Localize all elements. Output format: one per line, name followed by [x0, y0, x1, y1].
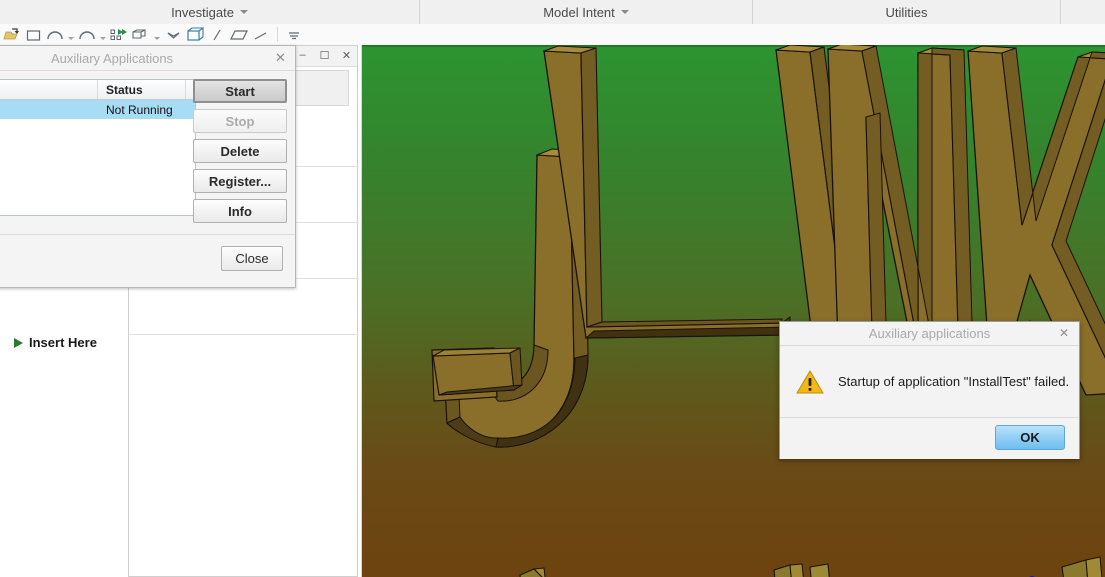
redo-icon[interactable]: [76, 25, 98, 44]
insert-here-node[interactable]: Insert Here: [14, 335, 97, 350]
warning-triangle-icon: [796, 369, 824, 395]
column-header-status[interactable]: Status: [98, 80, 186, 99]
move-component-icon[interactable]: [108, 25, 130, 44]
start-button[interactable]: Start: [193, 79, 287, 103]
close-icon[interactable]: ✕: [1057, 326, 1071, 340]
assemble-icon[interactable]: [130, 25, 152, 44]
aux-dialog-footer: Close: [0, 234, 295, 287]
insert-here-label: Insert Here: [29, 335, 97, 350]
sketch-icon[interactable]: [162, 25, 184, 44]
window-controls: – ☐ ✕: [296, 48, 353, 62]
assemble-dropdown-caret-icon[interactable]: [152, 25, 162, 44]
error-dialog-title: Auxiliary applications: [868, 326, 991, 341]
aux-dialog-title: Auxiliary Applications: [50, 50, 174, 66]
ok-button[interactable]: OK: [995, 425, 1065, 450]
cell-app-name: InstallTest: [0, 103, 98, 117]
cube-icon[interactable]: [184, 25, 206, 44]
quick-access-toolbar: [0, 24, 1105, 45]
chevron-down-icon: [620, 10, 629, 14]
error-dialog-titlebar: Auxiliary applications ✕: [780, 322, 1079, 346]
tab-model-intent[interactable]: Model Intent: [420, 0, 753, 24]
error-message-text: Startup of application "InstallTest" fai…: [838, 374, 1070, 389]
redo-dropdown-caret-icon[interactable]: [98, 25, 108, 44]
stop-button: Stop: [193, 109, 287, 133]
chevron-down-icon: [239, 10, 248, 14]
table-row[interactable]: InstallTest Not Running: [0, 100, 195, 119]
rectangle-icon[interactable]: [22, 25, 44, 44]
error-dialog-footer: OK: [780, 418, 1079, 459]
maximize-button[interactable]: ☐: [318, 48, 331, 62]
aux-dialog-body: Name Status InstallTest Not Running Star…: [0, 71, 295, 236]
auxiliary-applications-dialog: Auxiliary Applications ✕ Name Status Ins…: [0, 45, 296, 288]
column-header-name[interactable]: Name: [0, 80, 98, 99]
quadrilateral-icon[interactable]: [228, 25, 250, 44]
undo-icon[interactable]: [44, 25, 66, 44]
ribbon-tab-bar: Investigate Model Intent Utilities: [0, 0, 1105, 24]
slanted-line-icon[interactable]: [250, 25, 272, 44]
close-icon[interactable]: ✕: [273, 50, 288, 65]
error-dialog-content: Startup of application "InstallTest" fai…: [780, 346, 1079, 418]
tab-utilities[interactable]: Utilities: [753, 0, 1061, 24]
application-window: Investigate Model Intent Utilities Inser…: [0, 0, 1105, 577]
aux-dialog-titlebar: Auxiliary Applications ✕: [0, 46, 295, 71]
3d-model-jlink: [431, 45, 1105, 577]
tab-model-intent-label: Model Intent: [543, 4, 615, 20]
menu-icon[interactable]: [283, 25, 305, 44]
tab-investigate-label: Investigate: [171, 4, 234, 20]
toolbar-divider: [277, 27, 278, 42]
3d-viewport[interactable]: [362, 45, 1105, 577]
letter-L: [543, 45, 792, 339]
line-icon[interactable]: [206, 25, 228, 44]
close-button[interactable]: ✕: [340, 48, 353, 62]
delete-button[interactable]: Delete: [193, 139, 287, 163]
tab-bar-filler: [1061, 0, 1105, 24]
green-arrow-icon: [14, 337, 23, 348]
error-dialog: Auxiliary applications ✕ Startup of appl…: [779, 321, 1080, 459]
tab-utilities-label: Utilities: [885, 4, 928, 20]
minimize-button[interactable]: –: [296, 48, 309, 62]
hyphen-shape: [432, 347, 523, 396]
open-folder-icon[interactable]: [0, 25, 22, 44]
cell-app-status: Not Running: [106, 102, 173, 117]
register-button[interactable]: Register...: [193, 169, 287, 193]
undo-dropdown-caret-icon[interactable]: [66, 25, 76, 44]
aux-dialog-button-column: Start Stop Delete Register... Info: [193, 79, 287, 223]
table-header-row: Name Status: [0, 80, 195, 100]
info-button[interactable]: Info: [193, 199, 287, 223]
tab-investigate[interactable]: Investigate: [0, 0, 420, 24]
model-lower-fragments: [519, 556, 1103, 577]
close-button[interactable]: Close: [221, 246, 283, 271]
applications-table[interactable]: Name Status InstallTest Not Running: [0, 79, 196, 216]
